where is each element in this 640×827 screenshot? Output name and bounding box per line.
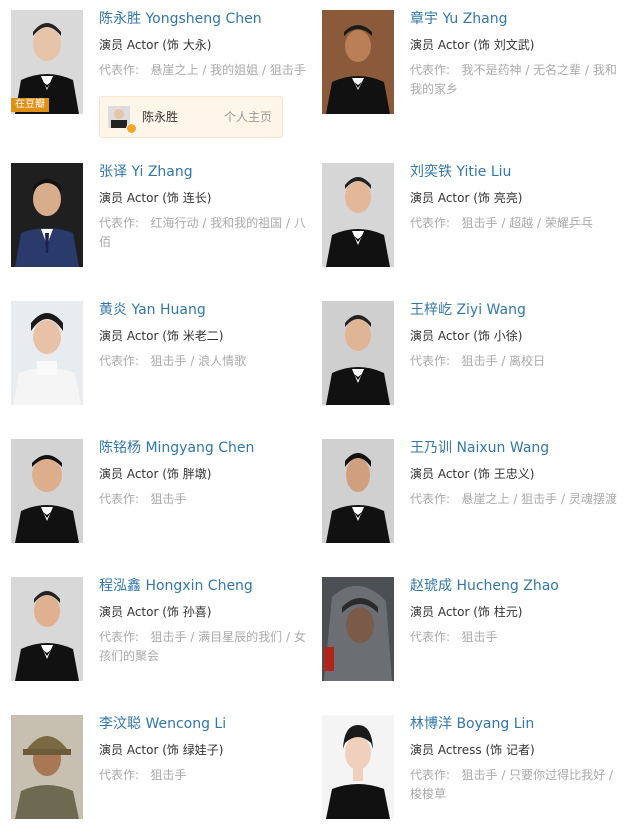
douban-badge: 在豆瓣 <box>11 98 49 112</box>
actor-photo[interactable] <box>322 577 394 681</box>
works-label: 代表作: <box>99 216 140 230</box>
actor-role: 演员 Actor (饰 大永) <box>99 38 212 52</box>
actor-works: 代表作: 狙击手 <box>410 628 624 647</box>
actor-works: 代表作: 红海行动 / 我和我的祖国 / 八佰 <box>99 214 313 252</box>
works-label: 代表作: <box>410 768 451 782</box>
works-list: 狙击手 / 浪人情歌 <box>150 354 247 368</box>
actor-works: 代表作: 狙击手 / 超越 / 荣耀乒乓 <box>410 214 624 233</box>
actor-role: 演员 Actor (饰 孙喜) <box>99 605 212 619</box>
works-list: 狙击手 <box>150 768 187 782</box>
personal-homepage-card[interactable]: 陈永胜 个人主页 <box>99 96 283 138</box>
actor-role: 演员 Actor (饰 绿娃子) <box>99 743 224 757</box>
actor-works: 代表作: 狙击手 <box>99 766 313 785</box>
works-list: 狙击手 <box>461 630 498 644</box>
actor-works: 代表作: 狙击手 / 离校日 <box>410 352 624 371</box>
actor-name-link[interactable]: 程泓鑫 Hongxin Cheng <box>99 577 253 595</box>
actor-name-link[interactable]: 陈永胜 Yongsheng Chen <box>99 10 262 28</box>
works-label: 代表作: <box>410 630 451 644</box>
actor-name-link[interactable]: 刘奕铁 Yitie Liu <box>410 163 511 181</box>
works-list: 狙击手 <box>150 492 187 506</box>
actor-role: 演员 Actor (饰 胖墩) <box>99 467 212 481</box>
actor-role: 演员 Actress (饰 记者) <box>410 743 535 757</box>
homepage-name: 陈永胜 <box>142 110 179 124</box>
actor-photo[interactable] <box>322 10 394 114</box>
actor-name-link[interactable]: 陈铭杨 Mingyang Chen <box>99 439 254 457</box>
works-label: 代表作: <box>410 492 451 506</box>
actor-works: 代表作: 狙击手 / 只要你过得比我好 / 梭梭草 <box>410 766 624 804</box>
actor-photo[interactable] <box>11 301 83 405</box>
actor-role: 演员 Actor (饰 王忠义) <box>410 467 535 481</box>
actor-photo[interactable] <box>11 163 83 267</box>
actor-works: 代表作: 我不是药神 / 无名之辈 / 我和我的家乡 <box>410 61 624 99</box>
homepage-link[interactable]: 个人主页 <box>224 108 272 125</box>
works-list: 狙击手 / 离校日 <box>461 354 546 368</box>
actor-role: 演员 Actor (饰 刘文武) <box>410 38 535 52</box>
actor-photo[interactable] <box>322 301 394 405</box>
actor-works: 代表作: 狙击手 <box>99 490 313 509</box>
works-label: 代表作: <box>99 63 140 77</box>
actor-role: 演员 Actor (饰 小徐) <box>410 329 523 343</box>
actor-photo[interactable] <box>11 439 83 543</box>
works-list: 悬崖之上 / 狙击手 / 灵魂摆渡 <box>461 492 617 506</box>
actor-works: 代表作: 狙击手 / 满目星辰的我们 / 女孩们的聚会 <box>99 628 313 666</box>
actor-photo[interactable]: 在豆瓣 <box>11 10 83 114</box>
actor-photo[interactable] <box>11 715 83 819</box>
works-list: 狙击手 / 超越 / 荣耀乒乓 <box>461 216 593 230</box>
actor-name-link[interactable]: 黄炎 Yan Huang <box>99 301 206 319</box>
works-label: 代表作: <box>99 768 140 782</box>
works-label: 代表作: <box>410 216 451 230</box>
actor-role: 演员 Actor (饰 亮亮) <box>410 191 523 205</box>
works-label: 代表作: <box>410 63 451 77</box>
works-label: 代表作: <box>99 630 140 644</box>
actor-role: 演员 Actor (饰 米老二) <box>99 329 224 343</box>
actor-name-link[interactable]: 张译 Yi Zhang <box>99 163 193 181</box>
actor-works: 代表作: 悬崖之上 / 狙击手 / 灵魂摆渡 <box>410 490 624 509</box>
actor-name-link[interactable]: 章宇 Yu Zhang <box>410 10 508 28</box>
actor-name-link[interactable]: 林博洋 Boyang Lin <box>410 715 534 733</box>
actor-name-link[interactable]: 王梓屹 Ziyi Wang <box>410 301 526 319</box>
works-list: 悬崖之上 / 我的姐姐 / 狙击手 <box>150 63 306 77</box>
works-label: 代表作: <box>99 492 140 506</box>
works-label: 代表作: <box>410 354 451 368</box>
actor-works: 代表作: 悬崖之上 / 我的姐姐 / 狙击手 <box>99 61 313 80</box>
actor-name-link[interactable]: 赵琥成 Hucheng Zhao <box>410 577 559 595</box>
actor-name-link[interactable]: 李汶聪 Wencong Li <box>99 715 226 733</box>
works-label: 代表作: <box>99 354 140 368</box>
actor-works: 代表作: 狙击手 / 浪人情歌 <box>99 352 313 371</box>
actor-role: 演员 Actor (饰 柱元) <box>410 605 523 619</box>
verified-star-icon <box>126 123 137 134</box>
actor-photo[interactable] <box>11 577 83 681</box>
actor-photo[interactable] <box>322 163 394 267</box>
actor-photo[interactable] <box>322 439 394 543</box>
actor-role: 演员 Actor (饰 连长) <box>99 191 212 205</box>
actor-photo[interactable] <box>322 715 394 819</box>
actor-name-link[interactable]: 王乃训 Naixun Wang <box>410 439 549 457</box>
